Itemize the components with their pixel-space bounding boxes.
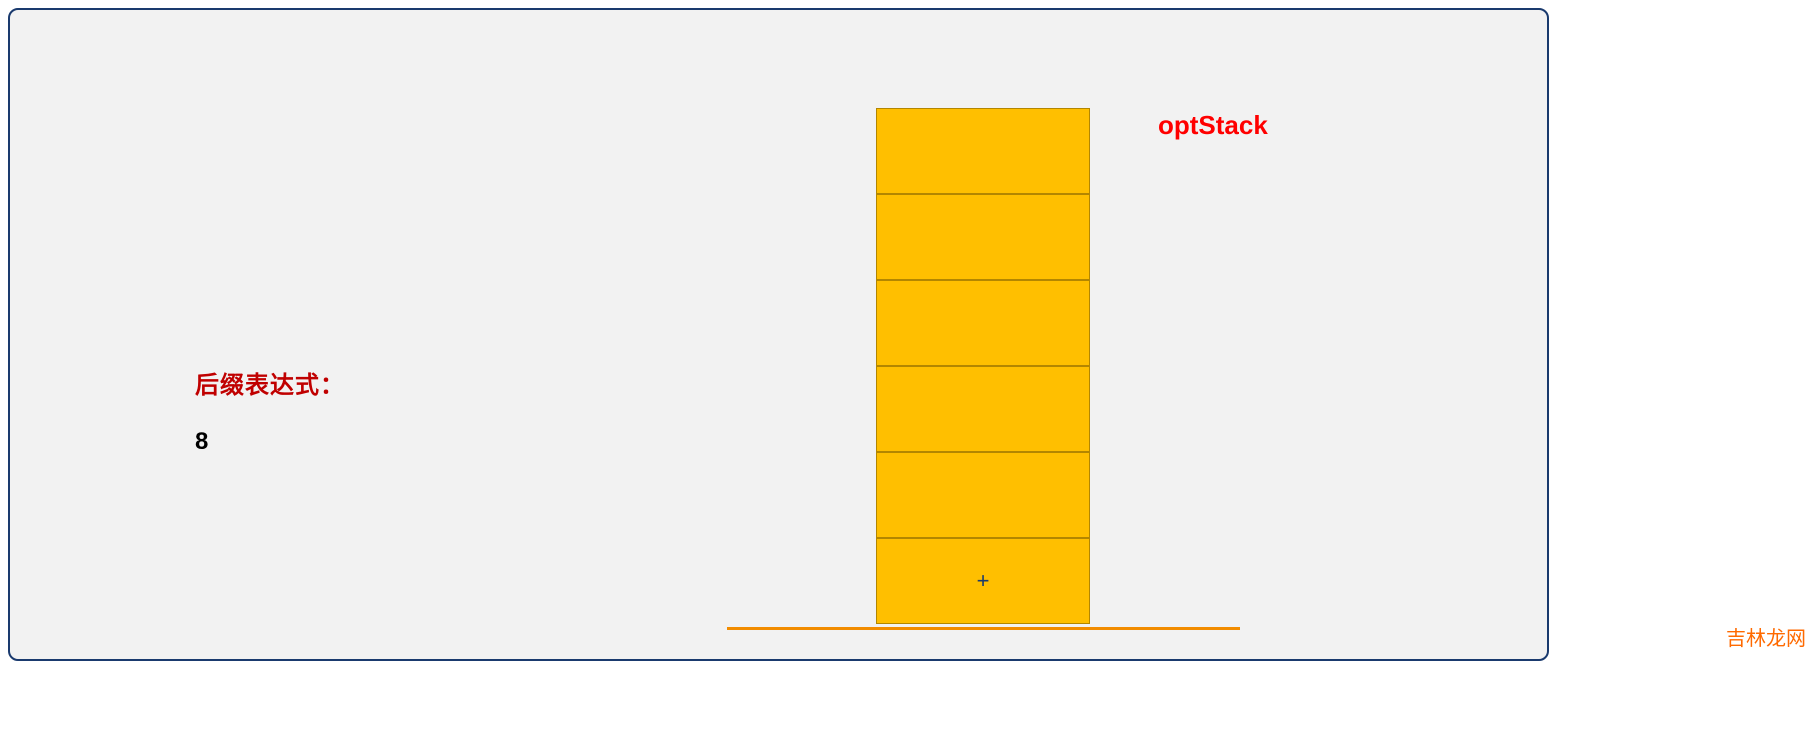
stack-cell [876,194,1090,280]
stack-cell [876,280,1090,366]
watermark: 吉林龙网 [1726,622,1806,651]
stack-cell [876,366,1090,452]
opt-stack: + [876,108,1090,624]
stack-baseline [727,627,1240,630]
stack-cell [876,108,1090,194]
stack-cell [876,452,1090,538]
postfix-label: 后缀表达式： [195,365,345,400]
stack-title: optStack [1158,110,1268,141]
postfix-block: 后缀表达式： 8 [195,365,345,456]
diagram-frame: 后缀表达式： 8 optStack + [8,8,1549,661]
postfix-value: 8 [195,428,345,456]
stack-cell: + [876,538,1090,624]
